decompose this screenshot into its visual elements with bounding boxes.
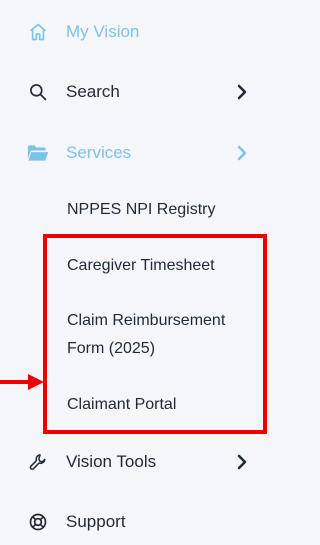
nav-item-services[interactable]: Services [0, 130, 273, 176]
home-icon [27, 21, 49, 43]
highlight-box [43, 234, 267, 434]
nav-item-search[interactable]: Search [0, 69, 273, 115]
nav-label-my-vision: My Vision [66, 22, 140, 41]
folder-open-icon [27, 142, 49, 164]
nav-label-search: Search [66, 82, 120, 101]
search-icon [27, 81, 49, 103]
chevron-right-icon [236, 83, 248, 101]
wrench-icon [27, 451, 49, 473]
nav-item-vision-tools[interactable]: Vision Tools [0, 439, 273, 485]
life-ring-icon [27, 511, 49, 533]
nav-item-my-vision[interactable]: My Vision [0, 9, 273, 55]
submenu-item-nppes-npi-registry[interactable]: NPPES NPI Registry [67, 198, 215, 222]
arrow-right-icon [0, 374, 44, 390]
chevron-right-icon [236, 144, 248, 162]
chevron-right-icon [236, 453, 248, 471]
nav-label-vision-tools: Vision Tools [66, 452, 157, 471]
nav-label-support: Support [66, 512, 126, 531]
nav-label-services: Services [66, 143, 132, 162]
nav-item-support[interactable]: Support [0, 499, 273, 545]
